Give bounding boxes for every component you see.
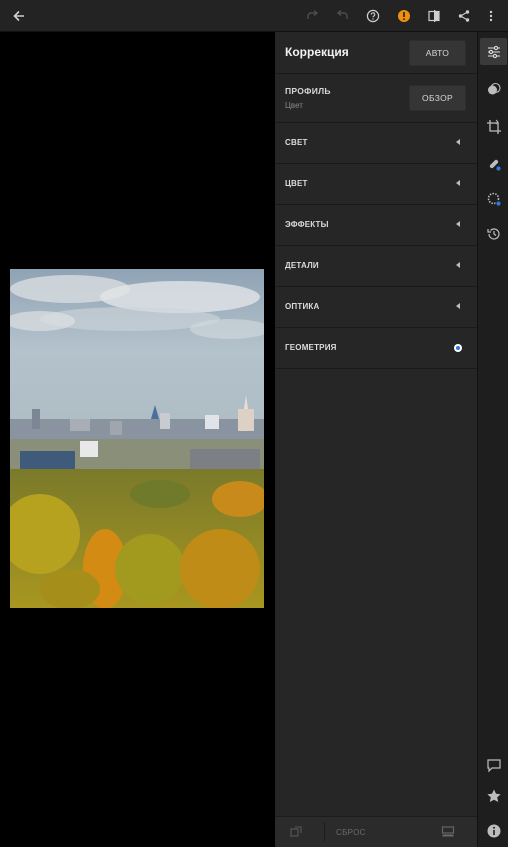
share-icon[interactable]: [450, 0, 478, 31]
panel-footer: СБРОС: [275, 816, 477, 847]
compare-icon[interactable]: [420, 0, 448, 31]
browse-profiles-button[interactable]: ОБЗОР: [409, 85, 466, 111]
correction-panel: Коррекция АВТО ПРОФИЛЬ Цвет ОБЗОР СВЕТ Ц…: [275, 32, 477, 847]
presets-icon[interactable]: [480, 75, 507, 102]
cityscape-photo: [10, 269, 264, 608]
selective-icon[interactable]: [480, 185, 507, 212]
section-effects[interactable]: ЭФФЕКТЫ: [275, 205, 477, 246]
footer-divider: [324, 822, 325, 842]
profile-value: Цвет: [285, 101, 303, 110]
section-label: СВЕТ: [285, 138, 308, 147]
panel-title: Коррекция: [285, 45, 349, 59]
redo-icon[interactable]: [298, 0, 326, 31]
chevron-left-icon: [456, 180, 460, 186]
edit-sliders-icon[interactable]: [480, 38, 507, 65]
chevron-left-icon: [456, 303, 460, 309]
star-icon[interactable]: [480, 782, 507, 809]
back-arrow-icon[interactable]: [5, 0, 33, 31]
chevron-left-icon: [456, 139, 460, 145]
panel-header: Коррекция АВТО: [275, 32, 477, 74]
info-icon[interactable]: [480, 817, 507, 844]
section-label: ЦВЕТ: [285, 179, 308, 188]
help-icon[interactable]: [359, 0, 387, 31]
section-label: ДЕТАЛИ: [285, 261, 319, 270]
section-color[interactable]: ЦВЕТ: [275, 164, 477, 205]
presets-tray-icon[interactable]: [441, 825, 455, 844]
photo-preview[interactable]: [10, 269, 264, 608]
active-dot-icon: [454, 344, 462, 352]
section-label: ЭФФЕКТЫ: [285, 220, 329, 229]
reset-button[interactable]: СБРОС: [336, 828, 366, 837]
section-details[interactable]: ДЕТАЛИ: [275, 246, 477, 287]
profile-label: ПРОФИЛЬ: [285, 86, 331, 96]
image-canvas[interactable]: [0, 32, 274, 847]
section-optics[interactable]: ОПТИКА: [275, 287, 477, 328]
tool-rail: [477, 32, 508, 847]
history-icon[interactable]: [480, 220, 507, 247]
profile-row[interactable]: ПРОФИЛЬ Цвет ОБЗОР: [275, 74, 477, 123]
undo-icon[interactable]: [329, 0, 357, 31]
section-light[interactable]: СВЕТ: [275, 123, 477, 164]
chevron-left-icon: [456, 262, 460, 268]
auto-button[interactable]: АВТО: [409, 40, 466, 66]
section-label: ГЕОМЕТРИЯ: [285, 343, 337, 352]
top-toolbar: [0, 0, 508, 32]
section-label: ОПТИКА: [285, 302, 320, 311]
copy-settings-icon[interactable]: [289, 825, 303, 844]
comment-icon[interactable]: [480, 751, 507, 778]
more-icon[interactable]: [477, 0, 505, 31]
warning-icon[interactable]: [390, 0, 418, 31]
chevron-left-icon: [456, 221, 460, 227]
section-geometry[interactable]: ГЕОМЕТРИЯ: [275, 328, 477, 369]
healing-brush-icon[interactable]: [480, 150, 507, 177]
crop-icon[interactable]: [480, 113, 507, 140]
